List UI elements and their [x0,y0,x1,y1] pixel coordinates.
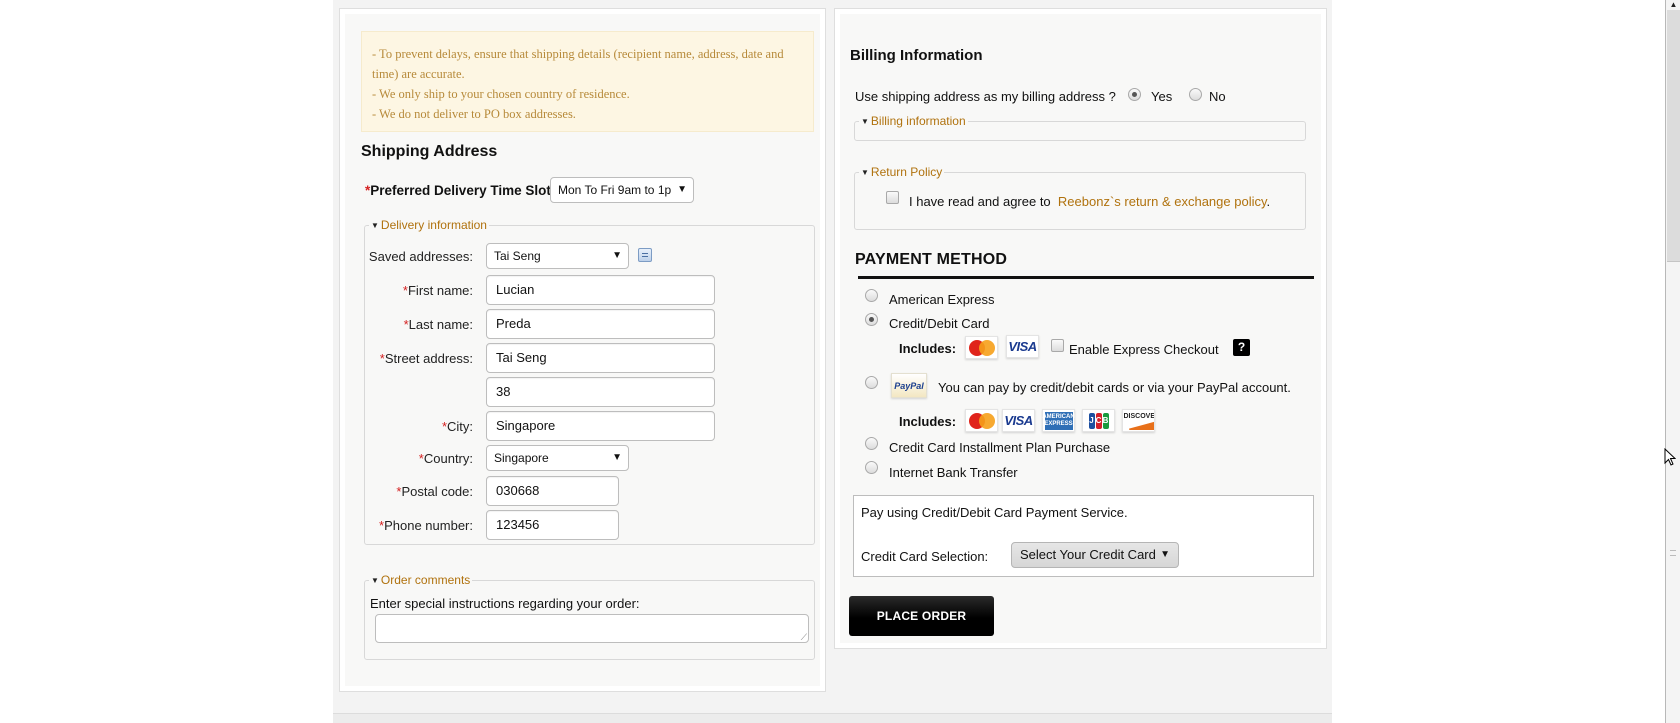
payment-amex-radio[interactable] [865,289,878,302]
payment-amex-label[interactable]: American Express [889,292,994,307]
return-policy-legend[interactable]: ▼ Return Policy [859,165,945,180]
street-address-label: *Street address: [379,351,473,366]
paypal-includes-label: Includes: [899,414,957,429]
city-input[interactable]: Singapore [486,411,715,441]
order-comments-legend[interactable]: ▼ Order comments [369,573,473,588]
first-name-label: *First name: [402,283,473,298]
postal-code-label: *Postal code: [396,484,473,499]
includes-label: Includes: [899,341,957,356]
delivery-slot-label: *Preferred Delivery Time Slot: [365,183,555,198]
chevron-down-icon: ▼ [1160,549,1170,560]
page-scrollbar[interactable]: ▲ [1665,0,1680,723]
payment-credit-debit-label[interactable]: Credit/Debit Card [889,316,989,331]
agree-return-policy-text: I have read and agree to Reebonz`s retur… [909,194,1271,209]
notice-line: - We only ship to your chosen country of… [372,87,630,101]
delivery-information-legend[interactable]: ▼ Delivery information [369,218,489,233]
payment-installment-radio[interactable] [865,437,878,450]
collapse-triangle-icon: ▼ [861,168,869,177]
payment-paypal-radio[interactable] [865,376,878,389]
collapse-triangle-icon: ▼ [371,221,379,230]
mastercard-logo-icon [965,336,998,359]
delivery-slot-label-text: Preferred Delivery Time Slot: [370,183,556,198]
visa-logo-icon: VISA [1002,409,1035,432]
notice-line: - We do not deliver to PO box addresses. [372,107,576,121]
express-checkout-checkbox[interactable] [1051,339,1064,352]
country-value: Singapore [494,451,549,465]
address-book-icon[interactable] [638,248,652,262]
scrollbar-thumb[interactable] [1667,10,1680,262]
billing-information-legend[interactable]: ▼ Billing information [859,114,968,129]
billing-information-title: Billing Information [850,47,983,64]
city-label: *City: [441,419,473,434]
footer-strip [333,713,1332,723]
use-shipping-yes-label[interactable]: Yes [1151,89,1172,104]
visa-logo-icon: VISA [1006,335,1039,358]
billing-payment-panel: Billing Information Use shipping address… [834,8,1327,649]
amex-logo-icon: AMERICAN EXPRESS [1042,409,1075,432]
cc-selection-label: Credit Card Selection: [861,549,989,564]
payment-info-box: Pay using Credit/Debit Card Payment Serv… [853,495,1314,577]
mastercard-logo-icon [965,409,998,432]
last-name-label: *Last name: [403,317,473,332]
saved-addresses-select[interactable]: Tai Seng ▼ [486,243,629,269]
payment-installment-label[interactable]: Credit Card Installment Plan Purchase [889,440,1110,455]
payment-credit-debit-radio[interactable] [865,313,878,326]
first-name-input[interactable]: Lucian [486,275,715,305]
chevron-down-icon: ▼ [677,184,687,195]
cc-selection-value: Select Your Credit Card [1020,547,1156,562]
delivery-slot-value: Mon To Fri 9am to 1p [558,183,672,197]
return-policy-link[interactable]: Reebonz`s return & exchange policy [1058,194,1267,209]
express-checkout-label[interactable]: Enable Express Checkout [1069,342,1219,357]
use-shipping-question: Use shipping address as my billing addre… [855,89,1116,104]
saved-addresses-value: Tai Seng [494,249,541,263]
mouse-cursor-icon [1664,448,1676,466]
payment-info-text: Pay using Credit/Debit Card Payment Serv… [861,505,1128,520]
collapse-triangle-icon: ▼ [861,117,869,126]
postal-code-input[interactable]: 030668 [486,476,619,506]
billing-information-fieldset: ▼ Billing information [854,114,1306,141]
discover-logo-icon: DISCOVER [1122,409,1155,432]
collapse-triangle-icon: ▼ [371,576,379,585]
payment-bank-transfer-radio[interactable] [865,461,878,474]
jcb-logo-icon: JCB [1082,409,1115,432]
cc-selection-select[interactable]: Select Your Credit Card ▼ [1011,542,1179,568]
payment-method-title: PAYMENT METHOD [855,251,1008,268]
order-comments-textarea[interactable]: ⟋ [375,614,809,643]
street-address-2-input[interactable]: 38 [486,377,715,407]
country-label: *Country: [418,451,473,466]
payment-method-divider [858,276,1314,279]
place-order-button[interactable]: PLACE ORDER [849,596,994,636]
street-address-input[interactable]: Tai Seng [486,343,715,373]
use-shipping-no-radio[interactable] [1189,88,1202,101]
phone-number-label: *Phone number: [379,518,473,533]
scrollbar-grip-icon [1670,550,1676,556]
paypal-logo-icon: PayPal [891,373,927,398]
payment-bank-transfer-label[interactable]: Internet Bank Transfer [889,465,1018,480]
country-select[interactable]: Singapore ▼ [486,445,629,471]
shipping-notice: - To prevent delays, ensure that shippin… [361,31,814,132]
notice-line: - To prevent delays, ensure that shippin… [372,47,784,81]
phone-number-input[interactable]: 123456 [486,510,619,540]
payment-paypal-label[interactable]: You can pay by credit/debit cards or via… [938,380,1291,395]
saved-addresses-label: Saved addresses: [368,249,473,264]
shipping-address-title: Shipping Address [361,143,498,160]
last-name-input[interactable]: Preda [486,309,715,339]
delivery-slot-select[interactable]: Mon To Fri 9am to 1p ▼ [550,177,694,203]
shipping-panel: - To prevent delays, ensure that shippin… [339,8,826,692]
chevron-down-icon: ▼ [612,250,622,261]
use-shipping-yes-radio[interactable] [1128,88,1141,101]
scroll-up-arrow-icon[interactable]: ▲ [1667,0,1680,10]
resize-handle-icon[interactable]: ⟋ [801,633,807,642]
agree-return-policy-checkbox[interactable] [886,191,899,204]
use-shipping-no-label[interactable]: No [1209,89,1226,104]
order-comments-label: Enter special instructions regarding you… [370,596,640,611]
help-icon[interactable]: ? [1233,339,1250,356]
chevron-down-icon: ▼ [612,452,622,463]
